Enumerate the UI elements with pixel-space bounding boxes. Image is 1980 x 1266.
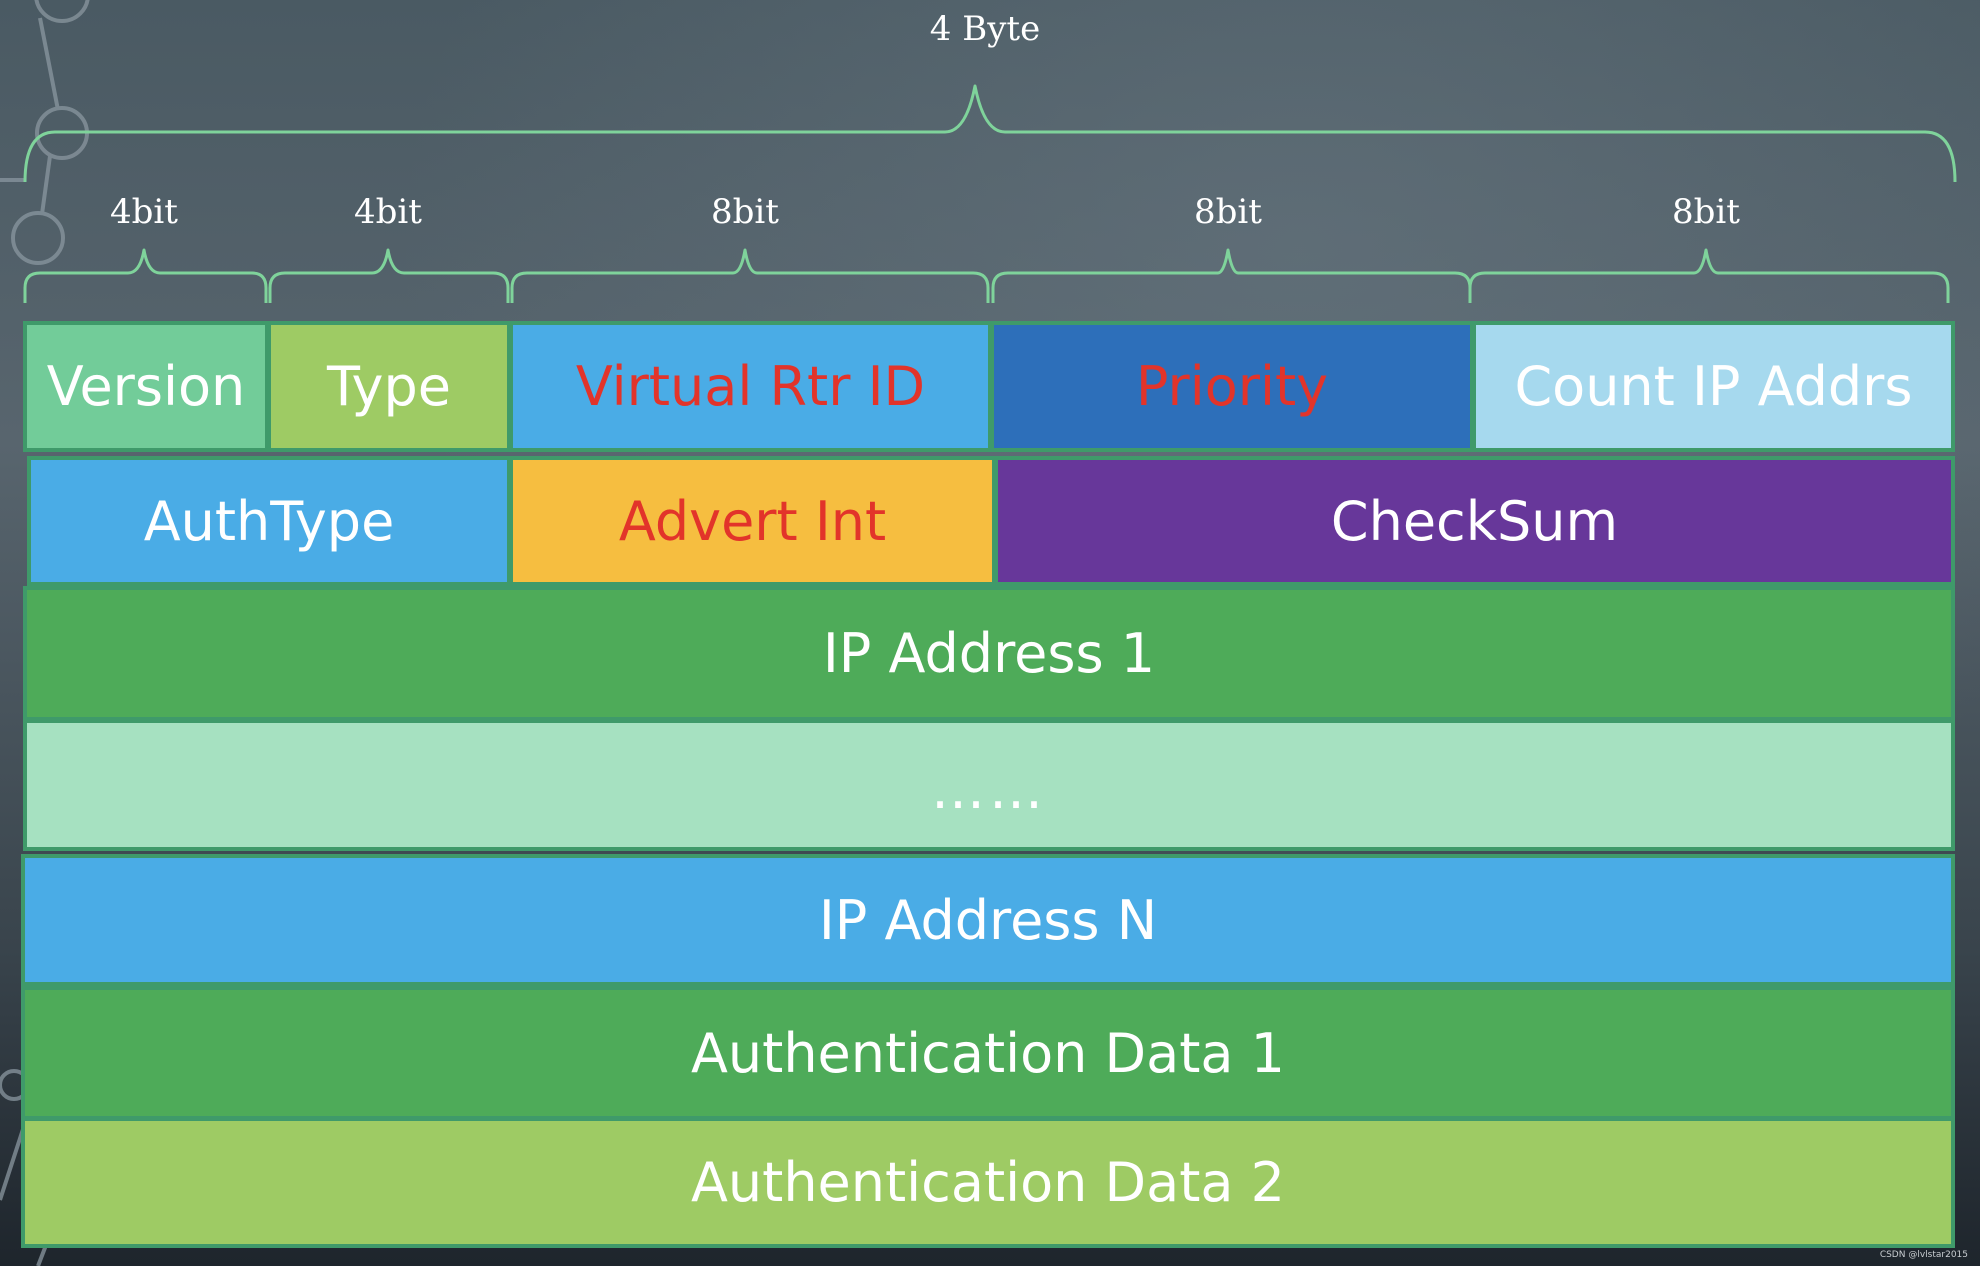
virtual-rtr-id-field: Virtual Rtr ID [509,321,992,452]
count-ip-addrs-field: Count IP Addrs [1472,321,1955,452]
checksum-field: CheckSum [994,456,1955,586]
version-bit-label: 4bit [110,192,178,232]
priority-field: Priority [990,321,1474,452]
version-width-brace [23,248,268,303]
authentication-data-2-field: Authentication Data 2 [21,1117,1955,1248]
advert-int-field: Advert Int [509,456,996,586]
total-width-brace [23,84,1957,183]
count-width-brace [1468,248,1950,303]
ip-address-1-field: IP Address 1 [23,586,1955,721]
type-field: Type [267,321,511,452]
ellipsis-row: …… [23,719,1955,851]
type-width-brace [268,248,510,303]
priority-width-brace [991,248,1472,303]
auth-type-field: AuthType [27,456,511,586]
vrid-bit-label: 8bit [711,192,779,232]
ip-address-n-field: IP Address N [21,854,1955,986]
type-bit-label: 4bit [354,192,422,232]
vrid-width-brace [510,248,990,303]
count-bit-label: 8bit [1672,192,1740,232]
total-size-label: 4 Byte [929,9,1041,49]
ellipsis-text: …… [931,757,1047,821]
authentication-data-1-field: Authentication Data 1 [21,986,1955,1120]
priority-bit-label: 8bit [1194,192,1262,232]
version-field: Version [23,321,269,452]
watermark: CSDN @lvlstar2015 [1879,1250,1968,1260]
